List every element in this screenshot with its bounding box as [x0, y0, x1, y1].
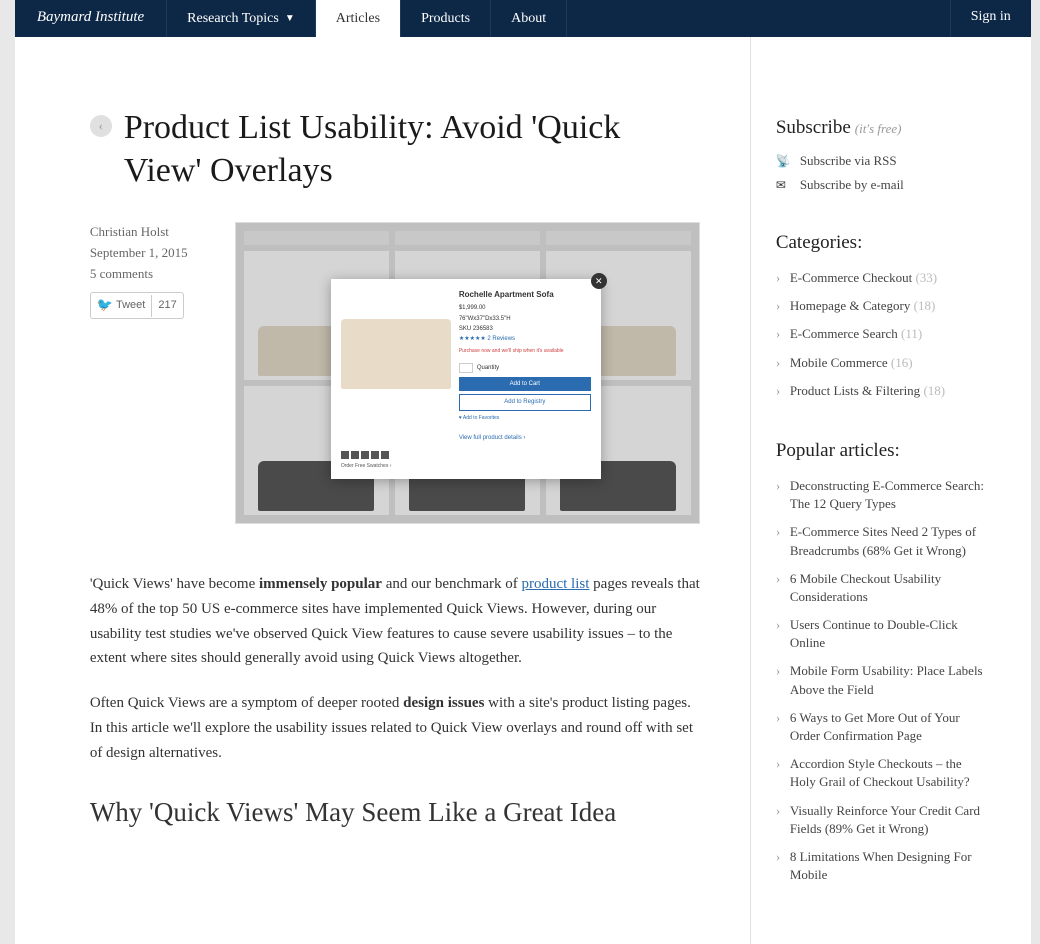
popular-link[interactable]: Visually Reinforce Your Credit Card Fiel…	[790, 803, 980, 836]
mail-icon: ✉	[776, 178, 790, 193]
article-body: 'Quick Views' have become immensely popu…	[90, 572, 700, 830]
category-link[interactable]: E-Commerce Search	[790, 326, 898, 341]
categories-heading: Categories:	[776, 232, 863, 254]
publish-date: September 1, 2015	[90, 243, 215, 264]
logo[interactable]: Baymard Institute	[15, 0, 167, 37]
popular-link[interactable]: 8 Limitations When Designing For Mobile	[790, 849, 972, 882]
popular-link[interactable]: 6 Ways to Get More Out of Your Order Con…	[790, 710, 960, 743]
category-link[interactable]: Mobile Commerce	[790, 355, 888, 370]
product-list-link[interactable]: product list	[521, 576, 589, 592]
article-meta: Christian Holst September 1, 2015 5 comm…	[90, 222, 215, 552]
close-icon[interactable]: ✕	[591, 273, 607, 289]
popular-link[interactable]: Deconstructing E-Commerce Search: The 12…	[790, 478, 984, 511]
subscribe-rss-link[interactable]: Subscribe via RSS	[800, 153, 897, 169]
nav-articles[interactable]: Articles	[316, 0, 401, 37]
category-link[interactable]: Homepage & Category	[790, 298, 911, 313]
subscribe-email-link[interactable]: Subscribe by e-mail	[800, 177, 904, 193]
nav-research-topics[interactable]: Research Topics ▼	[167, 0, 316, 37]
categories-list: E-Commerce Checkout (33) Homepage & Cate…	[776, 264, 991, 405]
nav-products[interactable]: Products	[401, 0, 491, 37]
comment-count: 5 comments	[90, 264, 215, 285]
tweet-count: 217	[151, 295, 182, 317]
back-button[interactable]: ‹	[90, 115, 112, 137]
main-article: ‹ Product List Usability: Avoid 'Quick V…	[15, 37, 751, 944]
author: Christian Holst	[90, 222, 215, 243]
signin-link[interactable]: Sign in	[950, 0, 1031, 37]
hero-image: ✕ Order Free Swatches › Rochelle Apart	[235, 222, 700, 524]
sidebar: Subscribe (it's free) 📡 Subscribe via RSS…	[751, 37, 1031, 944]
popular-link[interactable]: E-Commerce Sites Need 2 Types of Breadcr…	[790, 524, 976, 557]
nav-about[interactable]: About	[491, 0, 567, 37]
article-title: Product List Usability: Avoid 'Quick Vie…	[124, 107, 700, 192]
subscribe-heading: Subscribe	[776, 117, 851, 139]
tweet-button[interactable]: 🐦 Tweet 217	[90, 292, 184, 319]
popular-link[interactable]: Accordion Style Checkouts – the Holy Gra…	[790, 756, 970, 789]
category-link[interactable]: Product Lists & Filtering	[790, 383, 920, 398]
section-heading: Why 'Quick Views' May Seem Like a Great …	[90, 795, 700, 830]
popular-link[interactable]: Users Continue to Double-Click Online	[790, 617, 958, 650]
chevron-down-icon: ▼	[285, 13, 295, 24]
popular-link[interactable]: Mobile Form Usability: Place Labels Abov…	[790, 663, 983, 696]
navbar: Baymard Institute Research Topics ▼ Arti…	[15, 0, 1031, 37]
rss-icon: 📡	[776, 154, 790, 169]
twitter-icon: 🐦	[97, 295, 113, 316]
subscribe-hint: (it's free)	[855, 121, 902, 136]
category-link[interactable]: E-Commerce Checkout	[790, 270, 912, 285]
popular-heading: Popular articles:	[776, 440, 900, 462]
popular-list: Deconstructing E-Commerce Search: The 12…	[776, 472, 991, 889]
popular-link[interactable]: 6 Mobile Checkout Usability Consideratio…	[790, 571, 941, 604]
quickview-overlay: ✕ Order Free Swatches › Rochelle Apart	[331, 279, 601, 479]
